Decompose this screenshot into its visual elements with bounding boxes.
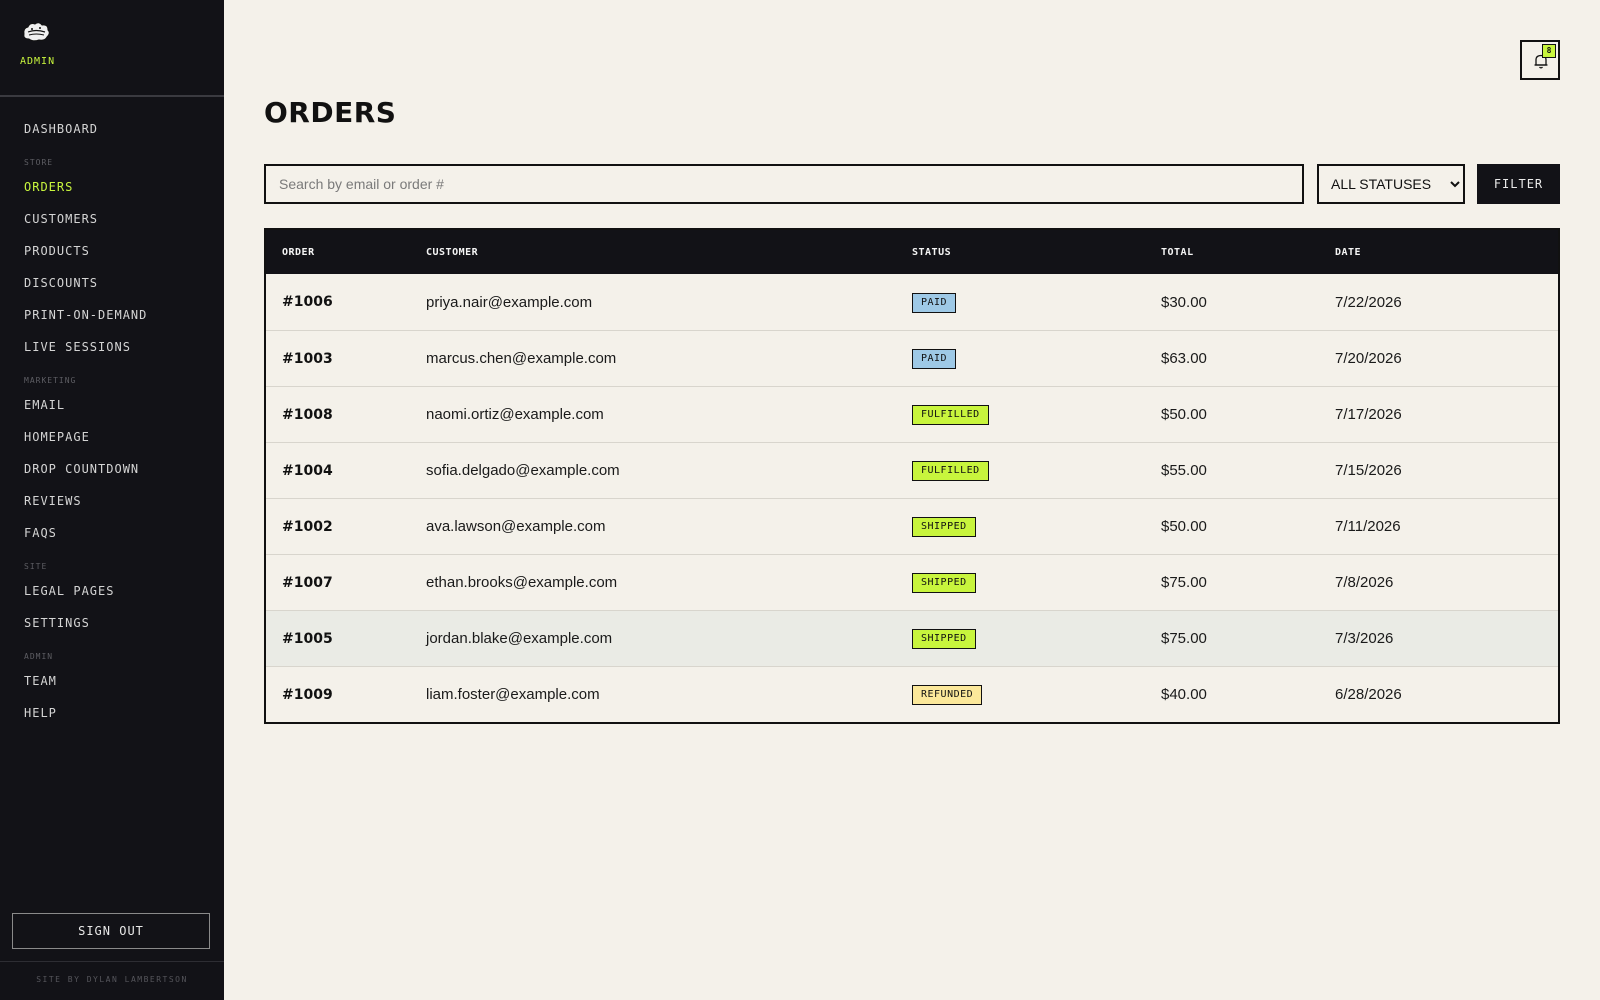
table-row[interactable]: #1006 priya.nair@example.com PAID $30.00 7/2… xyxy=(266,274,1558,330)
status-cell: FULFILLED xyxy=(912,404,1161,425)
date-cell: 7/15/2026 xyxy=(1335,462,1402,479)
status-filter-select[interactable]: ALL STATUSES xyxy=(1317,164,1465,204)
column-header-total[interactable]: TOTAL xyxy=(1161,247,1335,258)
column-header-order[interactable]: ORDER xyxy=(266,247,426,258)
order-id-cell: #1007 xyxy=(282,574,333,591)
status-badge: SHIPPED xyxy=(912,573,976,593)
status-cell: FULFILLED xyxy=(912,460,1161,481)
sidebar-section-site: SITE xyxy=(24,562,48,571)
sidebar-footer-credit: SITE BY DYLAN LAMBERTSON xyxy=(0,961,224,984)
filter-button[interactable]: FILTER xyxy=(1477,164,1560,204)
order-id-cell: #1005 xyxy=(282,630,333,647)
status-badge: SHIPPED xyxy=(912,517,976,537)
table-row[interactable]: #1005 jordan.blake@example.com SHIPPED $75.… xyxy=(266,610,1558,666)
status-badge: FULFILLED xyxy=(912,405,989,425)
sign-out-button[interactable]: SIGN OUT xyxy=(12,913,210,949)
order-id-cell: #1004 xyxy=(282,462,333,479)
sidebar-section-marketing: MARKETING xyxy=(24,376,77,385)
sidebar-item-discounts[interactable]: DISCOUNTS xyxy=(0,267,224,299)
total-cell: $50.00 xyxy=(1161,518,1207,535)
status-badge: SHIPPED xyxy=(912,629,976,649)
status-cell: SHIPPED xyxy=(912,572,1161,593)
date-cell: 7/8/2026 xyxy=(1335,574,1394,591)
sidebar-item-orders[interactable]: ORDERS xyxy=(0,171,224,203)
sidebar-item-print-on-demand[interactable]: PRINT-ON-DEMAND xyxy=(0,299,224,331)
status-cell: SHIPPED xyxy=(912,516,1161,537)
sidebar-item-drop-countdown[interactable]: DROP COUNTDOWN xyxy=(0,453,224,485)
sidebar-item-reviews[interactable]: REVIEWS xyxy=(0,485,224,517)
date-cell: 7/11/2026 xyxy=(1335,518,1401,535)
total-cell: $63.00 xyxy=(1161,350,1207,367)
sidebar-item-email[interactable]: EMAIL xyxy=(0,389,224,421)
date-cell: 7/17/2026 xyxy=(1335,406,1402,423)
status-badge: PAID xyxy=(912,349,957,369)
customer-email-cell: ethan.brooks@example.com xyxy=(426,574,618,591)
order-id-cell: #1009 xyxy=(282,686,333,703)
order-id-cell: #1006 xyxy=(282,294,333,310)
sidebar-item-settings[interactable]: SETTINGS xyxy=(0,607,224,639)
total-cell: $40.00 xyxy=(1161,686,1207,703)
order-id-cell: #1008 xyxy=(282,406,333,423)
total-cell: $55.00 xyxy=(1161,462,1207,479)
status-cell: REFUNDED xyxy=(912,684,1161,705)
date-cell: 6/28/2026 xyxy=(1335,686,1402,703)
customer-email-cell: liam.foster@example.com xyxy=(426,686,600,703)
date-cell: 7/20/2026 xyxy=(1335,350,1402,367)
sidebar-section-store: STORE xyxy=(24,158,54,167)
column-header-customer[interactable]: CUSTOMER xyxy=(426,247,912,258)
table-body: #1006 priya.nair@example.com PAID $30.00 7/2… xyxy=(266,274,1558,722)
customer-email-cell: sofia.delgado@example.com xyxy=(426,462,620,479)
status-cell: SHIPPED xyxy=(912,628,1161,649)
orders-table: ORDER CUSTOMER STATUS TOTAL DATE #1006 pr… xyxy=(264,228,1560,724)
sidebar-item-customers[interactable]: CUSTOMERS xyxy=(0,203,224,235)
table-header: ORDER CUSTOMER STATUS TOTAL DATE xyxy=(266,230,1558,274)
sidebar-item-team[interactable]: TEAM xyxy=(0,665,224,697)
total-cell: $75.00 xyxy=(1161,574,1207,591)
customer-email-cell: priya.nair@example.com xyxy=(426,293,593,311)
search-input[interactable] xyxy=(264,164,1304,204)
table-row[interactable]: #1007 ethan.brooks@example.com SHIPPED $75.… xyxy=(266,554,1558,610)
sidebar: ADMIN DASHBOARD STORE ORDERS CUSTOMERS PRODU… xyxy=(0,0,224,1000)
sidebar-nav: DASHBOARD STORE ORDERS CUSTOMERS PRODUCTS DIS… xyxy=(0,97,224,729)
total-cell: $30.00 xyxy=(1161,293,1207,311)
customer-email-cell: naomi.ortiz@example.com xyxy=(426,406,604,423)
sidebar-section-admin: ADMIN xyxy=(24,652,54,661)
main-content: 8 ORDERS ALL STATUSES FILTER ORDER CUSTO… xyxy=(224,0,1600,1000)
status-cell: PAID xyxy=(912,348,1161,369)
total-cell: $50.00 xyxy=(1161,406,1207,423)
status-badge: PAID xyxy=(912,292,957,313)
customer-email-cell: jordan.blake@example.com xyxy=(426,630,613,647)
order-id-cell: #1003 xyxy=(282,350,333,367)
notifications-button[interactable]: 8 xyxy=(1520,40,1560,80)
status-badge: FULFILLED xyxy=(912,461,989,481)
sidebar-item-products[interactable]: PRODUCTS xyxy=(0,235,224,267)
customer-email-cell: marcus.chen@example.com xyxy=(426,350,617,367)
table-row[interactable]: #1003 marcus.chen@example.com PAID $63.00 7/… xyxy=(266,330,1558,386)
sidebar-item-homepage[interactable]: HOMEPAGE xyxy=(0,421,224,453)
table-row[interactable]: #1002 ava.lawson@example.com SHIPPED $50.00… xyxy=(266,498,1558,554)
date-cell: 7/22/2026 xyxy=(1335,293,1402,311)
notification-count-badge: 8 xyxy=(1542,44,1556,58)
order-id-cell: #1002 xyxy=(282,518,333,535)
sidebar-item-live-sessions[interactable]: LIVE SESSIONS xyxy=(0,331,224,363)
column-header-status[interactable]: STATUS xyxy=(912,247,1161,258)
brand: ADMIN xyxy=(0,0,224,97)
table-row[interactable]: #1009 liam.foster@example.com REFUNDED $40.… xyxy=(266,666,1558,722)
table-row[interactable]: #1004 sofia.delgado@example.com FULFILLED $… xyxy=(266,442,1558,498)
total-cell: $75.00 xyxy=(1161,630,1207,647)
table-row[interactable]: #1008 naomi.ortiz@example.com FULFILLED $50… xyxy=(266,386,1558,442)
sidebar-item-help[interactable]: HELP xyxy=(0,697,224,729)
brand-label: ADMIN xyxy=(20,56,56,67)
customer-email-cell: ava.lawson@example.com xyxy=(426,518,606,535)
sidebar-item-legal-pages[interactable]: LEGAL PAGES xyxy=(0,575,224,607)
logo-icon[interactable] xyxy=(20,20,52,44)
sidebar-item-dashboard[interactable]: DASHBOARD xyxy=(0,113,224,145)
column-header-date[interactable]: DATE xyxy=(1335,247,1558,258)
sidebar-item-faqs[interactable]: FAQS xyxy=(0,517,224,549)
date-cell: 7/3/2026 xyxy=(1335,630,1394,647)
status-badge: REFUNDED xyxy=(912,685,983,705)
status-cell: PAID xyxy=(912,292,1161,313)
page-title: ORDERS xyxy=(264,96,397,129)
